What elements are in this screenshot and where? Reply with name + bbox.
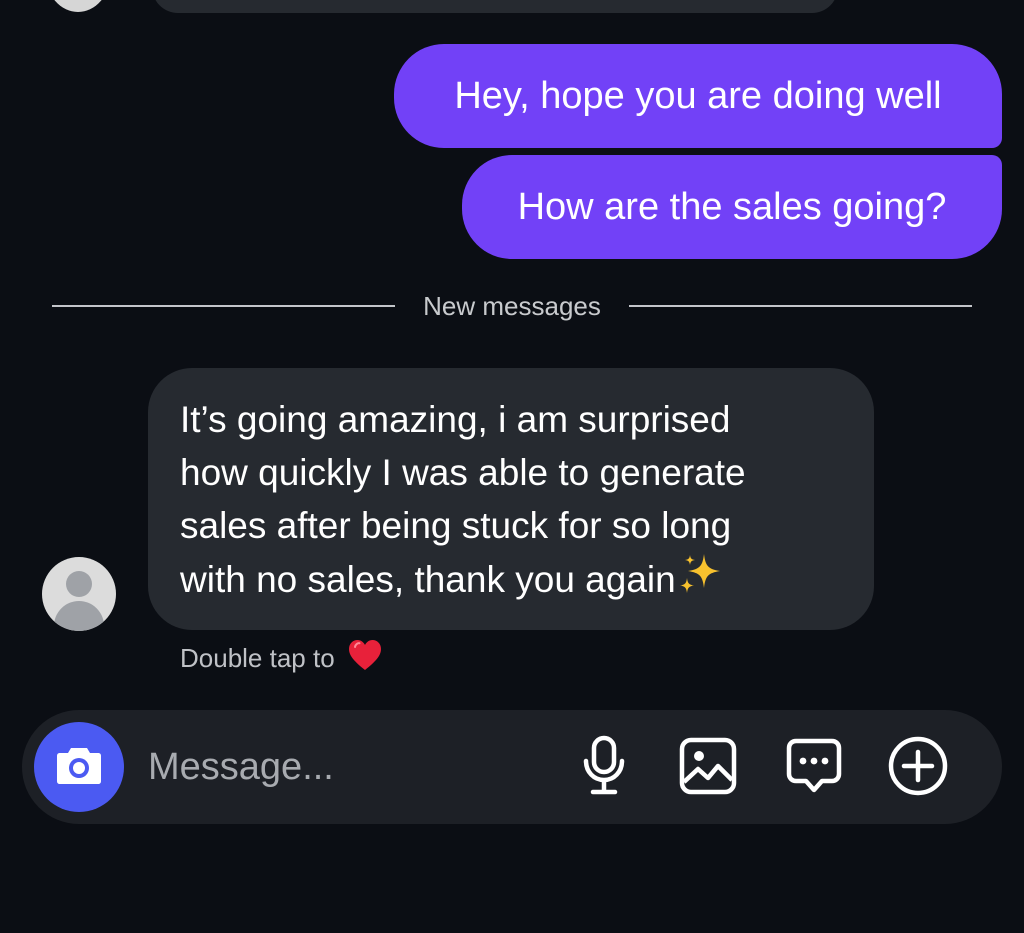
incoming-message-line-last: with no sales, thank you again [180, 552, 842, 612]
double-tap-label: Double tap to [180, 642, 335, 673]
incoming-message-bubble[interactable]: It’s going amazing, i am surprised how q… [148, 368, 874, 630]
incoming-message-line: sales after being stuck for so long [180, 505, 732, 546]
heart-icon [347, 638, 383, 679]
double-tap-hint: Double tap to [180, 638, 383, 679]
microphone-icon [579, 735, 629, 802]
contact-avatar[interactable] [42, 557, 116, 631]
outgoing-message-text: How are the sales going? [517, 186, 947, 228]
incoming-message-line: It’s going amazing, i am surprised [180, 399, 731, 440]
avatar-head-shape [66, 571, 92, 597]
divider-line [628, 305, 973, 307]
divider-line [52, 305, 396, 307]
sticker-chat-icon [784, 736, 844, 801]
outgoing-message-bubble[interactable]: Hey, hope you are doing well [394, 44, 1002, 148]
gallery-icon [678, 736, 738, 801]
avatar-body-shape [54, 601, 104, 631]
outgoing-message-text: Hey, hope you are doing well [454, 75, 942, 117]
incoming-message-line: how quickly I was able to generate [180, 452, 746, 493]
incoming-message-line-text: with no sales, thank you again [180, 558, 676, 600]
new-messages-divider: New messages [52, 290, 973, 322]
plus-circle-icon [887, 735, 949, 802]
new-messages-label: New messages [423, 290, 601, 321]
previous-message-bubble[interactable] [152, 0, 838, 13]
message-input[interactable] [148, 737, 548, 797]
previous-avatar[interactable] [46, 0, 110, 12]
outgoing-message-bubble[interactable]: How are the sales going? [462, 155, 1002, 259]
sticker-chat-button[interactable] [784, 738, 844, 798]
gallery-button[interactable] [678, 736, 738, 801]
more-options-button[interactable] [888, 736, 948, 798]
camera-button[interactable] [34, 722, 124, 812]
chat-screen: Hey, hope you are doing well How are the… [0, 0, 1024, 933]
microphone-button[interactable] [574, 735, 634, 798]
camera-icon [54, 744, 104, 791]
message-composer [22, 710, 1002, 824]
sparkles-icon [678, 552, 722, 612]
